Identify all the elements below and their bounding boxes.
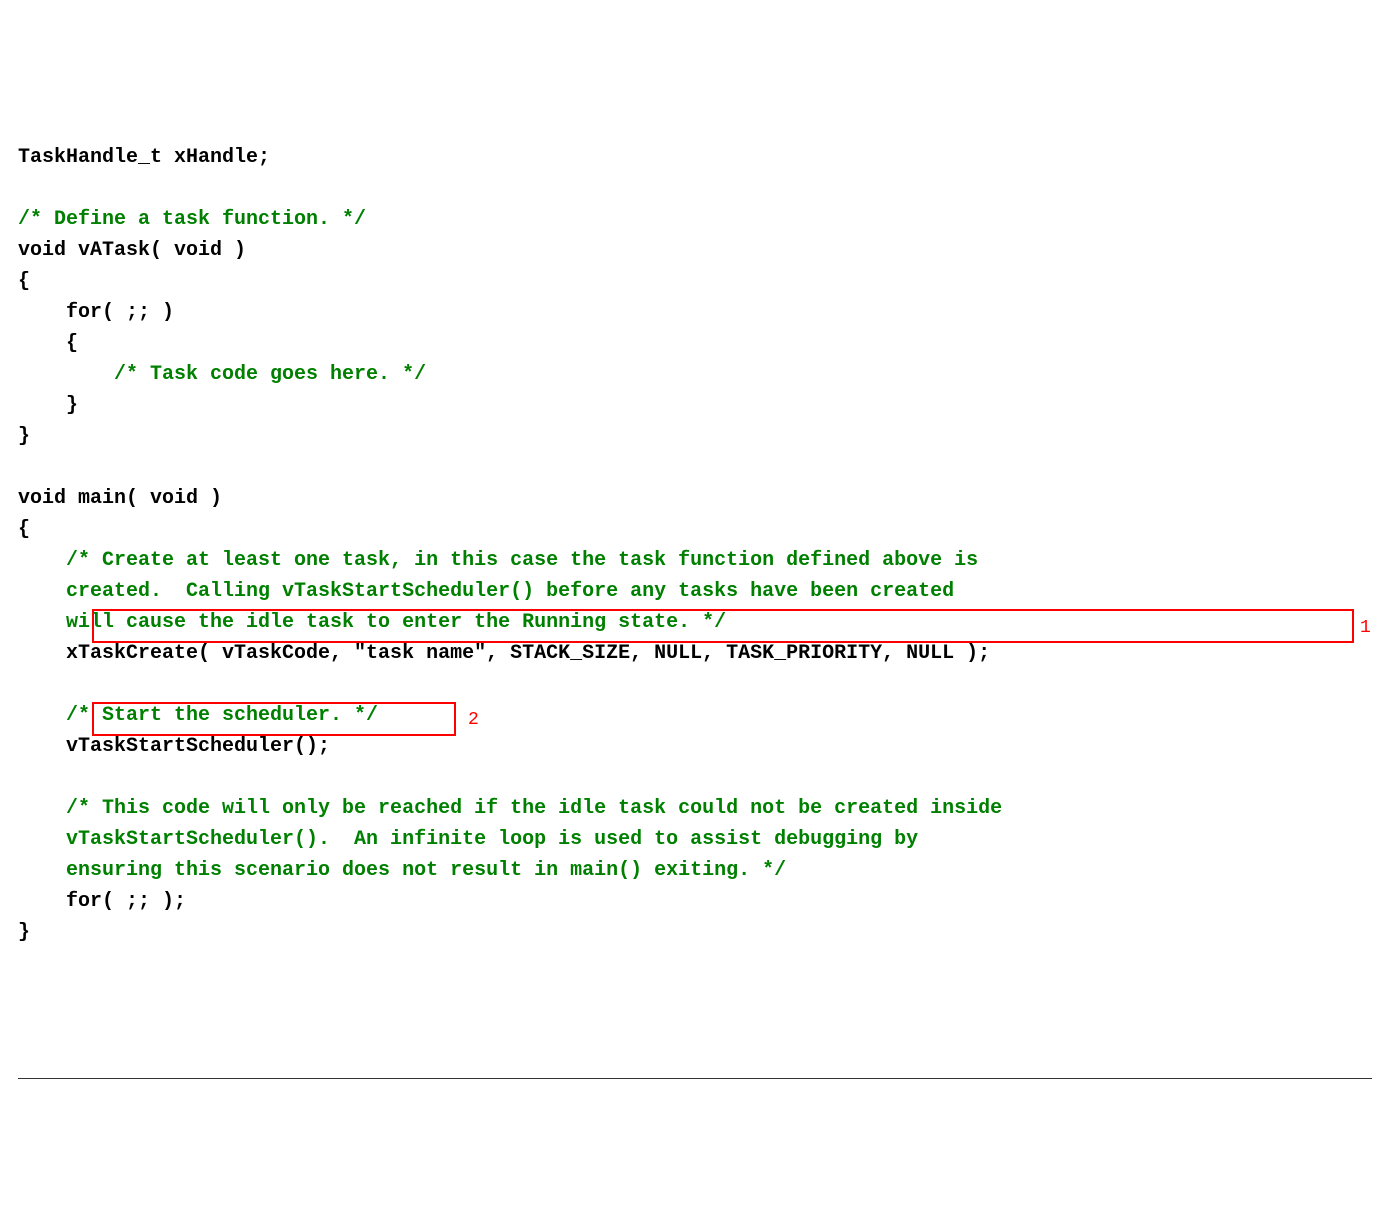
code-comment: /* This code will only be reached if the… <box>18 797 1002 820</box>
code-line: } <box>18 394 78 417</box>
code-comment: /* Define a task function. */ <box>18 208 366 231</box>
code-line-highlighted: vTaskStartScheduler(); <box>18 735 330 758</box>
code-comment: /* Task code goes here. */ <box>18 363 426 386</box>
code-line: { <box>18 270 30 293</box>
code-comment: created. Calling vTaskStartScheduler() b… <box>18 580 954 603</box>
code-comment: vTaskStartScheduler(). An infinite loop … <box>18 828 918 851</box>
code-line: } <box>18 921 30 944</box>
code-line-highlighted: xTaskCreate( vTaskCode, "task name", STA… <box>18 642 990 665</box>
code-comment: /* Start the scheduler. */ <box>18 704 378 727</box>
code-line: } <box>18 425 30 448</box>
code-line: void main( void ) <box>18 487 222 510</box>
highlight-label-1: 1 <box>1360 615 1371 643</box>
code-comment: /* Create at least one task, in this cas… <box>18 549 978 572</box>
code-line: for( ;; ) <box>18 301 174 324</box>
code-line: { <box>18 518 30 541</box>
code-line: void vATask( void ) <box>18 239 246 262</box>
code-line: { <box>18 332 78 355</box>
code-block: TaskHandle_t xHandle; /* Define a task f… <box>18 111 1372 1079</box>
code-line: TaskHandle_t xHandle; <box>18 146 270 169</box>
code-comment: ensuring this scenario does not result i… <box>18 859 786 882</box>
code-comment: will cause the idle task to enter the Ru… <box>18 611 726 634</box>
code-line: for( ;; ); <box>18 890 186 913</box>
highlight-label-2: 2 <box>468 707 479 735</box>
